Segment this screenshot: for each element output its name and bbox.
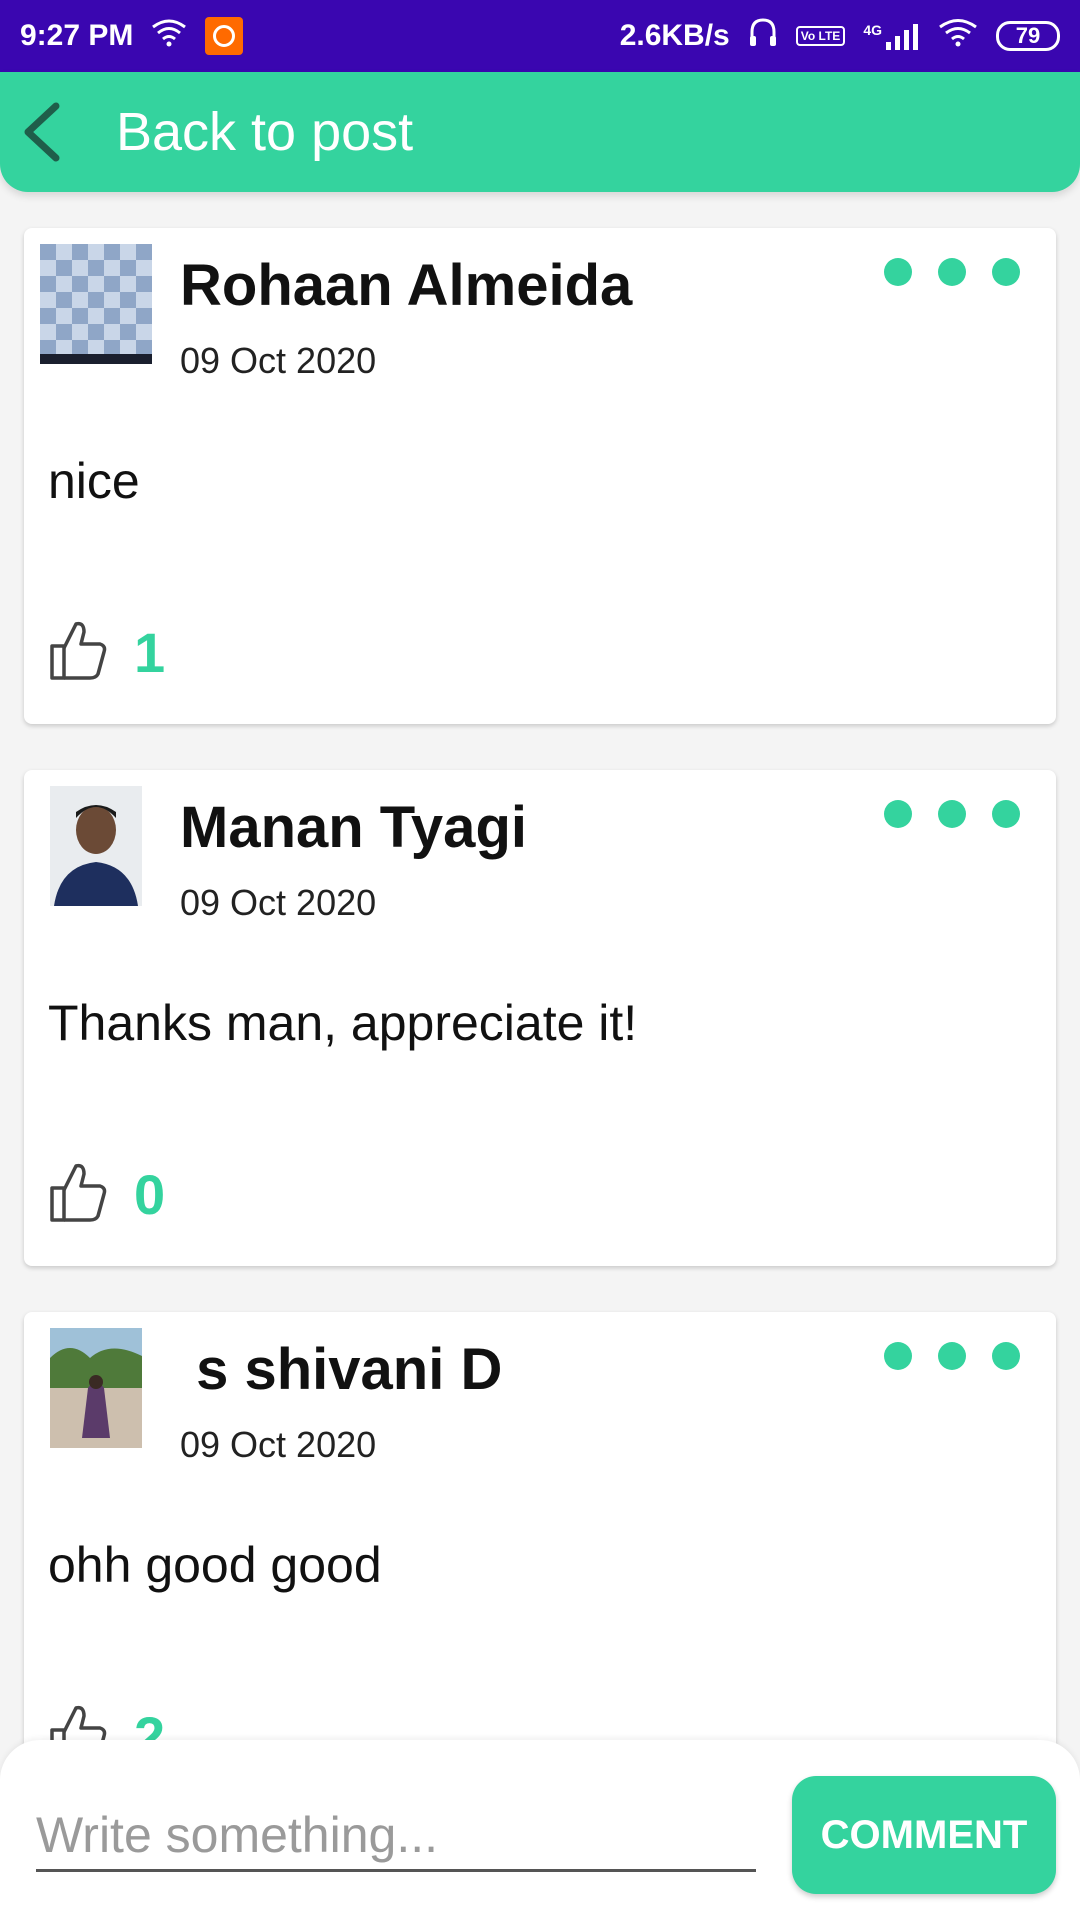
comment-card: s shivani D 09 Oct 2020 ohh good good 2 bbox=[24, 1312, 1056, 1808]
comment-text: ohh good good bbox=[48, 1537, 382, 1593]
comment-card: Manan Tyagi 09 Oct 2020 Thanks man, appr… bbox=[24, 770, 1056, 1266]
status-left: 9:27 PM bbox=[20, 17, 244, 55]
avatar bbox=[50, 786, 142, 906]
more-options-icon[interactable] bbox=[884, 258, 1020, 286]
wifi-icon bbox=[938, 17, 978, 55]
comment-card: Rohaan Almeida 09 Oct 2020 nice 1 bbox=[24, 228, 1056, 724]
volte-badge: Vo LTE bbox=[795, 26, 846, 46]
like-row: 0 bbox=[48, 1160, 165, 1229]
comment-author: Manan Tyagi bbox=[180, 795, 527, 860]
signal-icon: 4G bbox=[863, 22, 920, 50]
comment-composer: COMMENT bbox=[0, 1740, 1080, 1920]
comment-input[interactable] bbox=[36, 1800, 756, 1872]
status-time: 9:27 PM bbox=[20, 19, 134, 52]
network-type: 4G bbox=[863, 22, 882, 38]
mi-app-icon bbox=[205, 17, 244, 55]
comment-date: 09 Oct 2020 bbox=[180, 1424, 377, 1465]
comment-date: 09 Oct 2020 bbox=[180, 340, 377, 381]
battery-indicator: 79 bbox=[996, 21, 1060, 51]
comment-button[interactable]: COMMENT bbox=[792, 1776, 1056, 1894]
headset-icon bbox=[748, 16, 778, 56]
more-options-icon[interactable] bbox=[884, 800, 1020, 828]
thumbs-up-icon[interactable] bbox=[48, 1160, 108, 1229]
comment-author: s shivani D bbox=[180, 1337, 503, 1402]
comment-date: 09 Oct 2020 bbox=[180, 882, 377, 923]
like-row: 1 bbox=[48, 618, 165, 687]
status-bar: 9:27 PM 2.6KB/s Vo LTE 4G 79 bbox=[0, 0, 1080, 72]
status-right: 2.6KB/s Vo LTE 4G 79 bbox=[620, 16, 1060, 56]
comment-author: Rohaan Almeida bbox=[180, 253, 633, 318]
network-speed: 2.6KB/s bbox=[619, 19, 730, 52]
back-arrow-icon[interactable] bbox=[20, 97, 80, 167]
avatar bbox=[40, 244, 152, 364]
like-count: 0 bbox=[134, 1163, 166, 1226]
thumbs-up-icon[interactable] bbox=[48, 618, 108, 687]
more-options-icon[interactable] bbox=[884, 1342, 1020, 1370]
app-bar: Back to post bbox=[0, 72, 1080, 192]
comment-text: nice bbox=[48, 453, 140, 509]
comment-text: Thanks man, appreciate it! bbox=[48, 995, 638, 1051]
avatar bbox=[50, 1328, 142, 1448]
wifi-icon bbox=[151, 17, 187, 55]
back-to-post-link[interactable]: Back to post bbox=[116, 101, 413, 163]
like-count: 1 bbox=[134, 621, 166, 684]
